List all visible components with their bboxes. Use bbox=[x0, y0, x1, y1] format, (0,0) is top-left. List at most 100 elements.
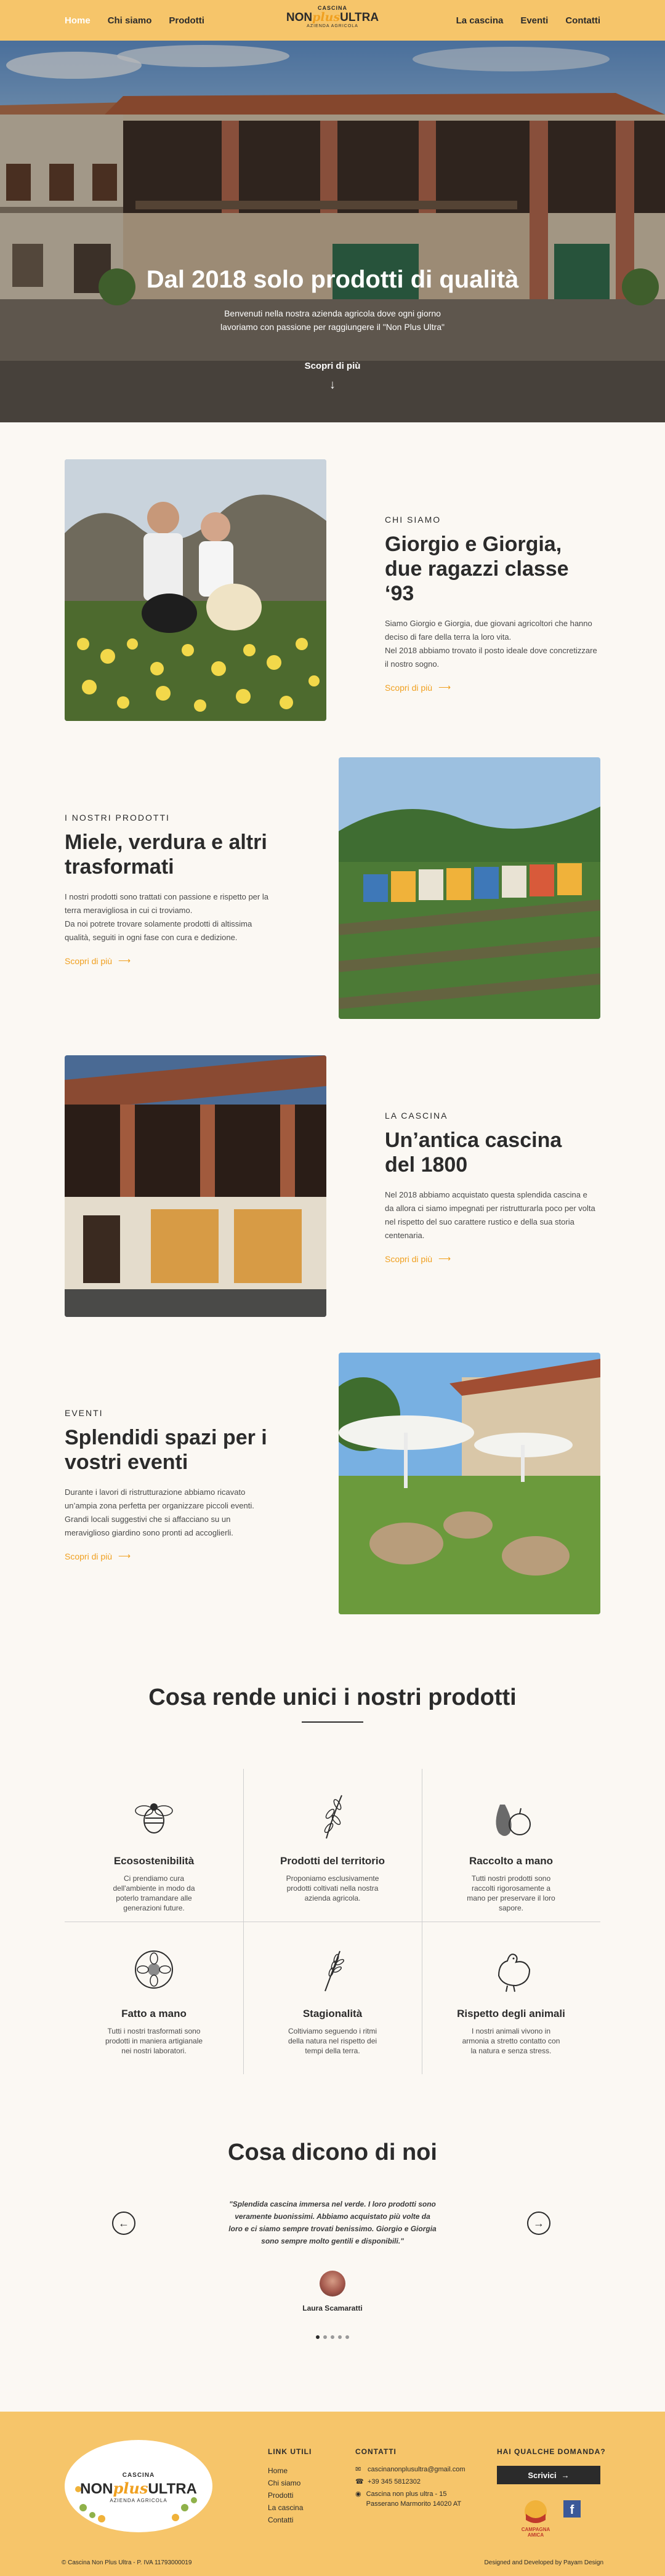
nav-chi-siamo[interactable]: Chi siamo bbox=[108, 15, 152, 26]
logo-ultra: ULTRA bbox=[340, 11, 379, 24]
testimonial-quote: "Splendida cascina immersa nel verde. I … bbox=[228, 2200, 437, 2245]
site-footer: CASCINA NONplusULTRA AZIENDA AGRICOLA LI… bbox=[0, 2412, 665, 2576]
feature-eyebrow: LA CASCINA bbox=[385, 1111, 448, 1121]
beehives-illustration bbox=[339, 757, 600, 1019]
carousel-dot[interactable] bbox=[323, 2335, 327, 2339]
feature-title: Giorgio e Giorgia, due ragazzi classe ‘9… bbox=[385, 533, 569, 605]
cascina-night-image bbox=[65, 1055, 326, 1317]
more-label: Scopri di più bbox=[385, 1254, 433, 1264]
feature-prodotti: I NOSTRI PRODOTTI Miele, verdura e altri… bbox=[0, 757, 665, 1019]
footer-link-la-cascina[interactable]: La cascina bbox=[268, 2502, 303, 2514]
prev-testimonial-button[interactable]: ← bbox=[112, 2212, 135, 2235]
hero-section: Dal 2018 solo prodotti di qualità Benven… bbox=[0, 41, 665, 422]
feature-chi-siamo-text: CHI SIAMO Giorgio e Giorgia, due ragazzi… bbox=[385, 515, 597, 694]
feature-title: Miele, verdura e altri trasformati bbox=[65, 831, 267, 879]
arrow-right-icon: → bbox=[533, 2216, 544, 2229]
carousel-dot[interactable] bbox=[338, 2335, 342, 2339]
next-testimonial-button[interactable]: → bbox=[527, 2212, 550, 2235]
copyright: © Cascina Non Plus Ultra - P. IVA 117930… bbox=[62, 2559, 192, 2566]
footer-logo-ultra: ULTRA bbox=[148, 2481, 197, 2497]
hero-subtitle: Benvenuti nella nostra azienda agricola … bbox=[220, 308, 445, 332]
couple-illustration bbox=[65, 459, 326, 721]
feature-more-link[interactable]: Scopri di più ⟶ bbox=[385, 1254, 451, 1264]
hero-cta-link[interactable]: Scopri di più bbox=[0, 361, 665, 371]
feature-body: Nel 2018 abbiamo acquistato questa splen… bbox=[385, 1190, 595, 1240]
nav-prodotti[interactable]: Prodotti bbox=[169, 15, 204, 26]
unique-item-fatto-a-mano: Fatto a mano Tutti i nostri trasformati … bbox=[65, 1922, 243, 2074]
write-us-label: Scrivici bbox=[528, 2470, 557, 2480]
unique-item-title: Ecosostenibilità bbox=[113, 1855, 195, 1867]
unique-item-ecosostenibilita: Ecosostenibilità Ci prendiamo cura dell'… bbox=[65, 1769, 243, 1922]
arrow-right-icon: ⟶ bbox=[438, 682, 451, 692]
arrow-down-icon[interactable]: ↓ bbox=[326, 378, 339, 392]
nav-left: Home Chi siamo Prodotti bbox=[65, 0, 204, 41]
garden-illustration bbox=[339, 1353, 600, 1614]
footer-link-prodotti[interactable]: Prodotti bbox=[268, 2489, 303, 2502]
arrow-left-icon: ← bbox=[118, 2216, 129, 2229]
unique-item-title: Stagionalità bbox=[302, 2008, 363, 2019]
credits[interactable]: Designed and Developed by Payam Design bbox=[485, 2559, 603, 2566]
footer-logo[interactable]: CASCINA NONplusULTRA AZIENDA AGRICOLA bbox=[65, 2440, 212, 2532]
feature-body: Siamo Giorgio e Giorgia, due giovani agr… bbox=[385, 619, 597, 669]
campagna-amica-logo[interactable]: CAMPAGNA AMICA bbox=[517, 2498, 554, 2541]
nav-home[interactable]: Home bbox=[65, 15, 91, 26]
carousel-dot[interactable] bbox=[331, 2335, 334, 2339]
unique-item-raccolto: Raccolto a mano Tutti nostri prodotti so… bbox=[422, 1769, 600, 1922]
title-divider bbox=[302, 1721, 363, 1723]
feature-more-link[interactable]: Scopri di più ⟶ bbox=[385, 682, 451, 693]
unique-item-body: Tutti i nostri trasformati sono prodotti… bbox=[105, 2027, 203, 2055]
more-label: Scopri di più bbox=[65, 956, 113, 966]
feature-body: Durante i lavori di ristrutturazione abb… bbox=[65, 1487, 254, 1537]
site-logo[interactable]: CASCINA NONplusULTRA AZIENDA AGRICOLA bbox=[283, 5, 382, 36]
logo-non: NON bbox=[286, 11, 313, 24]
unique-item-title: Fatto a mano bbox=[121, 2008, 187, 2019]
badge-text-2: AMICA bbox=[528, 2532, 544, 2538]
feature-eyebrow: CHI SIAMO bbox=[385, 515, 441, 525]
contact-phone-text: +39 345 5812302 bbox=[368, 2478, 421, 2485]
nav-contatti[interactable]: Contatti bbox=[565, 15, 600, 26]
site-header: Home Chi siamo Prodotti CASCINA NONplusU… bbox=[0, 0, 665, 41]
location-pin-icon: ◉ bbox=[355, 2490, 361, 2498]
nav-la-cascina[interactable]: La cascina bbox=[456, 15, 504, 26]
nav-eventi[interactable]: Eventi bbox=[520, 15, 548, 26]
footer-logo-line3: AZIENDA AGRICOLA bbox=[110, 2498, 167, 2503]
unique-item-territorio: Prodotti del territorio Proponiamo esclu… bbox=[243, 1769, 422, 1922]
contact-address: ◉ Cascina non plus ultra - 15 Passerano M… bbox=[355, 2489, 466, 2509]
arrow-right-icon: ⟶ bbox=[438, 1254, 451, 1263]
feature-eyebrow: EVENTI bbox=[65, 1408, 103, 1418]
footer-question-title: HAI QUALCHE DOMANDA? bbox=[497, 2447, 606, 2456]
mail-icon: ✉ bbox=[355, 2466, 361, 2473]
contact-phone[interactable]: ☎ +39 345 5812302 bbox=[355, 2477, 466, 2487]
logo-line3: AZIENDA AGRICOLA bbox=[307, 24, 358, 28]
unique-item-stagionalita: Stagionalità Coltiviamo seguendo i ritmi… bbox=[243, 1922, 422, 2074]
feature-more-link[interactable]: Scopri di più ⟶ bbox=[65, 956, 131, 966]
contact-email[interactable]: ✉ cascinanonplusultra@gmail.com bbox=[355, 2465, 466, 2474]
carousel-dot[interactable] bbox=[316, 2335, 320, 2339]
footer-logo-line1: CASCINA bbox=[122, 2472, 155, 2479]
feature-more-link[interactable]: Scopri di più ⟶ bbox=[65, 1551, 131, 1561]
feature-chi-siamo: CHI SIAMO Giorgio e Giorgia, due ragazzi… bbox=[0, 459, 665, 721]
unique-section-title: Cosa rende unici i nostri prodotti bbox=[148, 1684, 517, 1710]
garden-event-image bbox=[339, 1353, 600, 1614]
unique-item-title: Rispetto degli animali bbox=[457, 2008, 565, 2019]
feature-body: I nostri prodotti sono trattati con pass… bbox=[65, 892, 268, 942]
hero-title: Dal 2018 solo prodotti di qualità bbox=[146, 266, 519, 293]
logo-wordmark: NONplusULTRA bbox=[283, 11, 382, 24]
facebook-icon[interactable]: f bbox=[563, 2500, 581, 2518]
footer-badges: CAMPAGNA AMICA f bbox=[517, 2498, 591, 2541]
feature-cascina: LA CASCINA Un’antica cascina del 1800 Ne… bbox=[0, 1055, 665, 1317]
hen-icon bbox=[498, 1954, 531, 1992]
write-us-button[interactable]: Scrivici → bbox=[497, 2466, 600, 2484]
footer-link-home[interactable]: Home bbox=[268, 2465, 303, 2477]
olive-branch-icon bbox=[324, 1795, 342, 1839]
footer-logo-wordmark: NONplusULTRA bbox=[65, 2479, 212, 2498]
unique-item-body: Ci prendiamo cura dell'ambiente in modo … bbox=[113, 1874, 195, 1912]
avatar bbox=[320, 2271, 345, 2296]
carousel-dot[interactable] bbox=[345, 2335, 349, 2339]
couple-with-dogs-image bbox=[65, 459, 326, 721]
footer-link-chi-siamo[interactable]: Chi siamo bbox=[268, 2477, 303, 2489]
unique-item-body: Tutti nostri prodotti sono raccolti rigo… bbox=[467, 1874, 555, 1912]
arrow-right-icon: ⟶ bbox=[118, 1551, 131, 1561]
footer-link-contatti[interactable]: Contatti bbox=[268, 2514, 303, 2526]
feature-title: Splendidi spazi per i vostri eventi bbox=[65, 1426, 267, 1474]
